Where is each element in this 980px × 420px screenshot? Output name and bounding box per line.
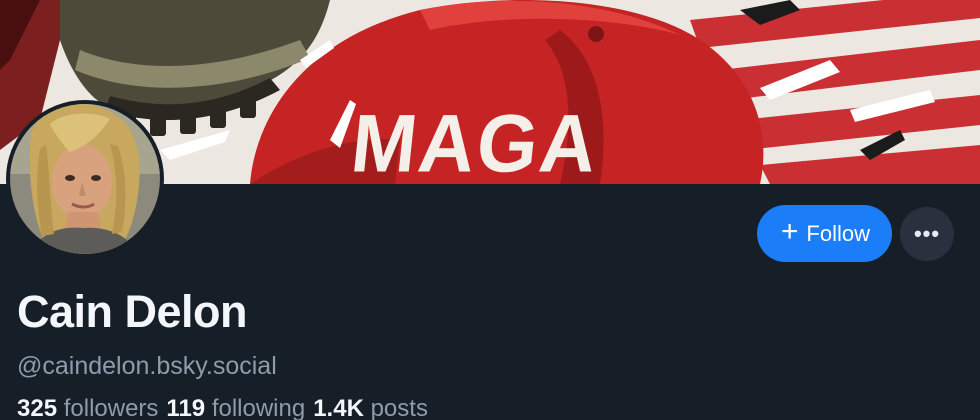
display-name: Cain Delon bbox=[17, 286, 248, 337]
ellipsis-icon: ••• bbox=[913, 220, 941, 246]
posts-count: 1.4K bbox=[313, 395, 364, 420]
profile-stats: 325 followers 119 following 1.4K posts bbox=[17, 395, 428, 420]
following-count: 119 bbox=[166, 395, 206, 420]
avatar[interactable] bbox=[6, 100, 164, 258]
banner-hat-text: MAGA bbox=[347, 96, 604, 184]
posts-label: posts bbox=[370, 395, 428, 420]
posts-stat: 1.4K posts bbox=[313, 395, 428, 420]
follow-button[interactable]: + Follow bbox=[756, 205, 892, 262]
more-options-button[interactable]: ••• bbox=[900, 206, 954, 261]
following-link[interactable]: 119 following bbox=[166, 395, 305, 420]
profile-actions: + Follow ••• bbox=[756, 205, 954, 262]
plus-icon: + bbox=[780, 215, 799, 248]
profile-page: MAGA + Follow ••• Cain Delon @caindelon.… bbox=[0, 0, 980, 420]
followers-count: 325 bbox=[17, 395, 58, 420]
profile-handle: @caindelon.bsky.social bbox=[17, 352, 277, 380]
avatar-image bbox=[10, 104, 160, 254]
following-label: following bbox=[211, 395, 306, 420]
followers-label: followers bbox=[63, 395, 159, 420]
followers-link[interactable]: 325 followers bbox=[17, 395, 158, 420]
follow-button-label: Follow bbox=[806, 220, 870, 246]
